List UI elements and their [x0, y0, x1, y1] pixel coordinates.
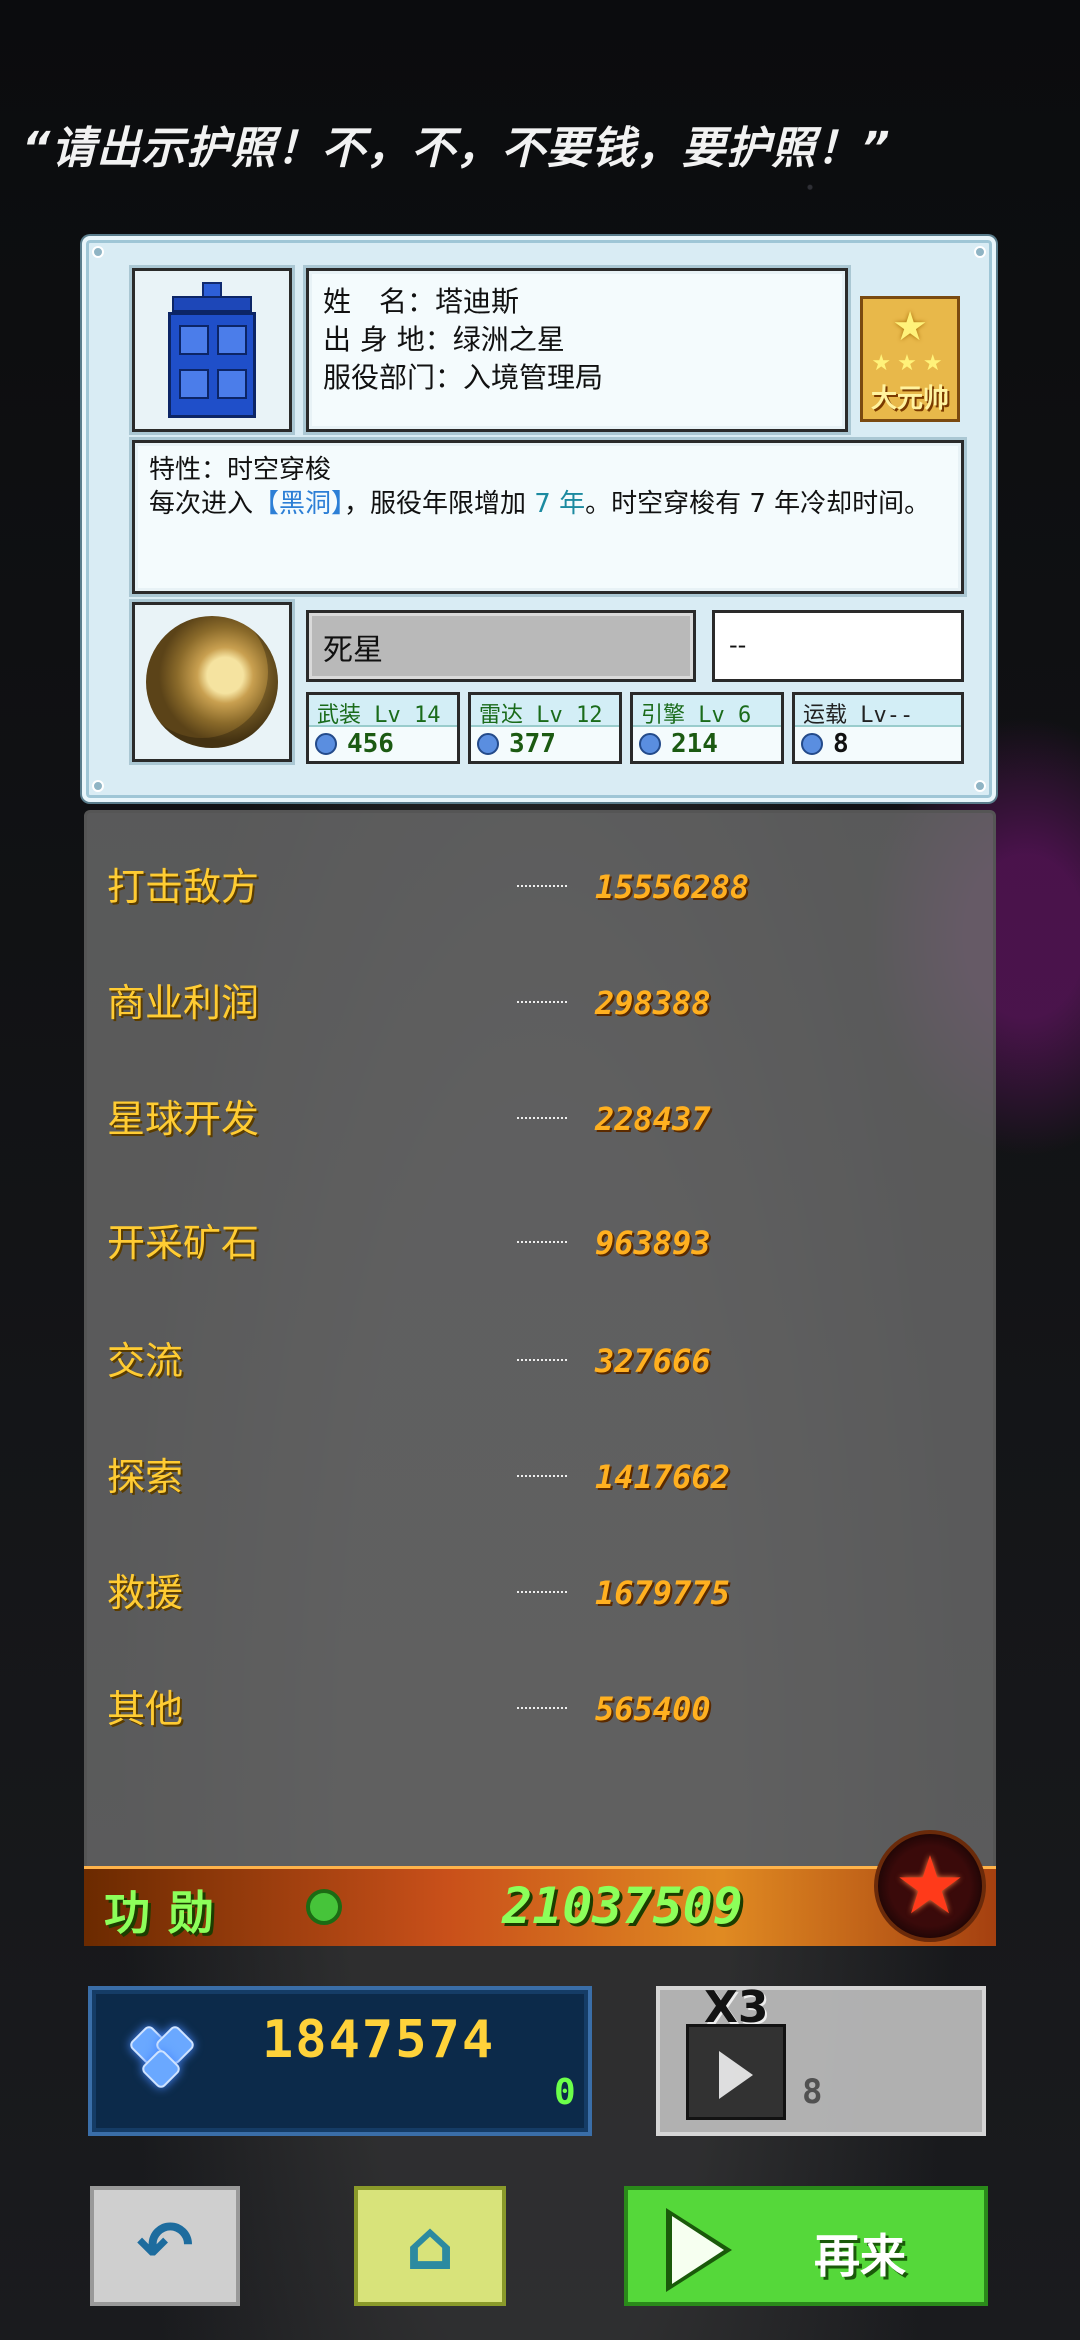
- ship-extra: --: [712, 610, 964, 682]
- merit-row: 开采矿石 963893: [107, 1213, 967, 1273]
- police-box-icon: [164, 282, 260, 418]
- merit-value: 327666: [595, 1342, 711, 1380]
- merit-total-bar: 功勋 21037509: [84, 1866, 996, 1946]
- rank-badge: ★ ★★★ 大元帅: [860, 296, 960, 422]
- stat-value: 8: [833, 729, 849, 759]
- merit-label: 其他: [107, 1687, 184, 1731]
- play-icon: [672, 2216, 724, 2284]
- medal-ribbon-icon: [306, 1889, 344, 1935]
- stat-value: 377: [509, 729, 556, 759]
- ship-name: 死星: [306, 610, 696, 682]
- merit-row: 打击敌方 15556288: [107, 857, 967, 917]
- trait-text: 。时空穿梭有 7 年冷却时间。: [585, 489, 931, 519]
- red-star-badge-icon[interactable]: ★: [874, 1830, 986, 1942]
- merit-value: 1417662: [595, 1458, 730, 1496]
- merit-value: 15556288: [595, 868, 750, 906]
- merit-row: 其他 565400: [107, 1679, 967, 1739]
- merit-total-value: 21037509: [502, 1877, 743, 1935]
- merit-value: 228437: [595, 1100, 711, 1138]
- merit-value: 298388: [595, 984, 711, 1022]
- stat-engine: 引擎 Lv 6 214: [630, 692, 784, 764]
- character-info: 姓 名：塔迪斯 出 身 地：绿洲之星 服役部门：入境管理局: [306, 268, 848, 432]
- character-card: 姓 名：塔迪斯 出 身 地：绿洲之星 服役部门：入境管理局 ★ ★★★ 大元帅 …: [82, 236, 996, 802]
- merit-panel: 打击敌方 15556288 商业利润 298388 星球开发 228437 开采…: [84, 810, 996, 1946]
- character-quote: “请出示护照！不，不，不要钱，要护照！”: [22, 123, 891, 174]
- gem-cluster-icon: [126, 2023, 197, 2094]
- death-star-icon: [146, 616, 278, 748]
- years-value: 7 年: [534, 489, 586, 519]
- merit-label: 探索: [107, 1455, 184, 1499]
- rank-star-icon: ★: [892, 304, 928, 350]
- trait-description: 每次进入【黑洞】，服役年限增加 7 年。时空穿梭有 7 年冷却时间。: [149, 487, 947, 521]
- watch-ad-multiplier-button[interactable]: X3 8: [656, 1982, 986, 2136]
- trait-text: 每次进入: [149, 489, 254, 519]
- rank-small-stars-icon: ★★★: [871, 351, 949, 376]
- stat-label: 武装 Lv 14: [309, 695, 457, 728]
- name-line: 姓 名：塔迪斯: [323, 285, 520, 318]
- stat-value-row: 377: [471, 727, 619, 761]
- cargo-icon: [801, 733, 823, 755]
- stat-label: 引擎 Lv 6: [633, 695, 781, 728]
- gem-amount: 1847574: [262, 2010, 496, 2070]
- merit-label: 救援: [107, 1571, 184, 1615]
- stat-label: 运载 Lv--: [795, 695, 961, 728]
- back-arrow-icon: ↶: [136, 2206, 194, 2286]
- home-button[interactable]: ⌂: [354, 2186, 506, 2306]
- stat-weapon: 武装 Lv 14 456: [306, 692, 460, 764]
- merit-row: 探索 1417662: [107, 1447, 967, 1507]
- play-again-button[interactable]: 再来: [624, 2186, 988, 2306]
- stat-value: 214: [671, 729, 718, 759]
- video-ad-icon: [686, 2024, 786, 2120]
- merit-row: 商业利润 298388: [107, 973, 967, 1033]
- stat-label: 雷达 Lv 12: [471, 695, 619, 728]
- stat-value-row: 8: [795, 727, 961, 761]
- merit-label: 商业利润: [107, 981, 260, 1025]
- trait-title: 特性：时空穿梭: [149, 455, 332, 485]
- gem-gain: 0: [554, 2072, 576, 2113]
- gem-reward-box: 1847574 0: [88, 1986, 592, 2136]
- weapon-icon: [315, 733, 337, 755]
- radar-icon: [477, 733, 499, 755]
- trait-box: 特性：时空穿梭 每次进入【黑洞】，服役年限增加 7 年。时空穿梭有 7 年冷却时…: [132, 440, 964, 594]
- black-hole-keyword: 【黑洞】: [253, 489, 345, 519]
- engine-icon: [639, 733, 661, 755]
- stat-value-row: 456: [309, 727, 457, 761]
- merit-label: 交流: [107, 1339, 184, 1383]
- stat-value-row: 214: [633, 727, 781, 761]
- merit-label: 打击敌方: [107, 865, 260, 909]
- merit-row: 交流 327666: [107, 1331, 967, 1391]
- merit-label: 开采矿石: [107, 1221, 260, 1265]
- stat-radar: 雷达 Lv 12 377: [468, 692, 622, 764]
- character-avatar: [132, 268, 292, 432]
- ad-count: 8: [802, 2072, 823, 2112]
- origin-line: 出 身 地：绿洲之星: [323, 323, 565, 356]
- card-rivet: [92, 780, 104, 792]
- department-line: 服役部门：入境管理局: [323, 361, 604, 394]
- card-rivet: [974, 780, 986, 792]
- merit-value: 565400: [595, 1690, 711, 1728]
- card-rivet: [974, 246, 986, 258]
- merit-label: 星球开发: [107, 1097, 260, 1141]
- merit-value: 963893: [595, 1224, 711, 1262]
- merit-row: 星球开发 228437: [107, 1089, 967, 1149]
- merit-total-label: 功勋: [104, 1886, 232, 1940]
- trait-text: ，服役年限增加: [344, 489, 535, 519]
- stat-value: 456: [347, 729, 394, 759]
- ship-image: [132, 602, 292, 762]
- stat-cargo: 运载 Lv-- 8: [792, 692, 964, 764]
- rank-label: 大元帅: [870, 384, 949, 414]
- back-button[interactable]: ↶: [90, 2186, 240, 2306]
- home-icon: ⌂: [405, 2206, 455, 2286]
- card-rivet: [92, 246, 104, 258]
- merit-row: 救援 1679775: [107, 1563, 967, 1623]
- merit-value: 1679775: [595, 1574, 730, 1612]
- play-again-label: 再来: [814, 2229, 906, 2283]
